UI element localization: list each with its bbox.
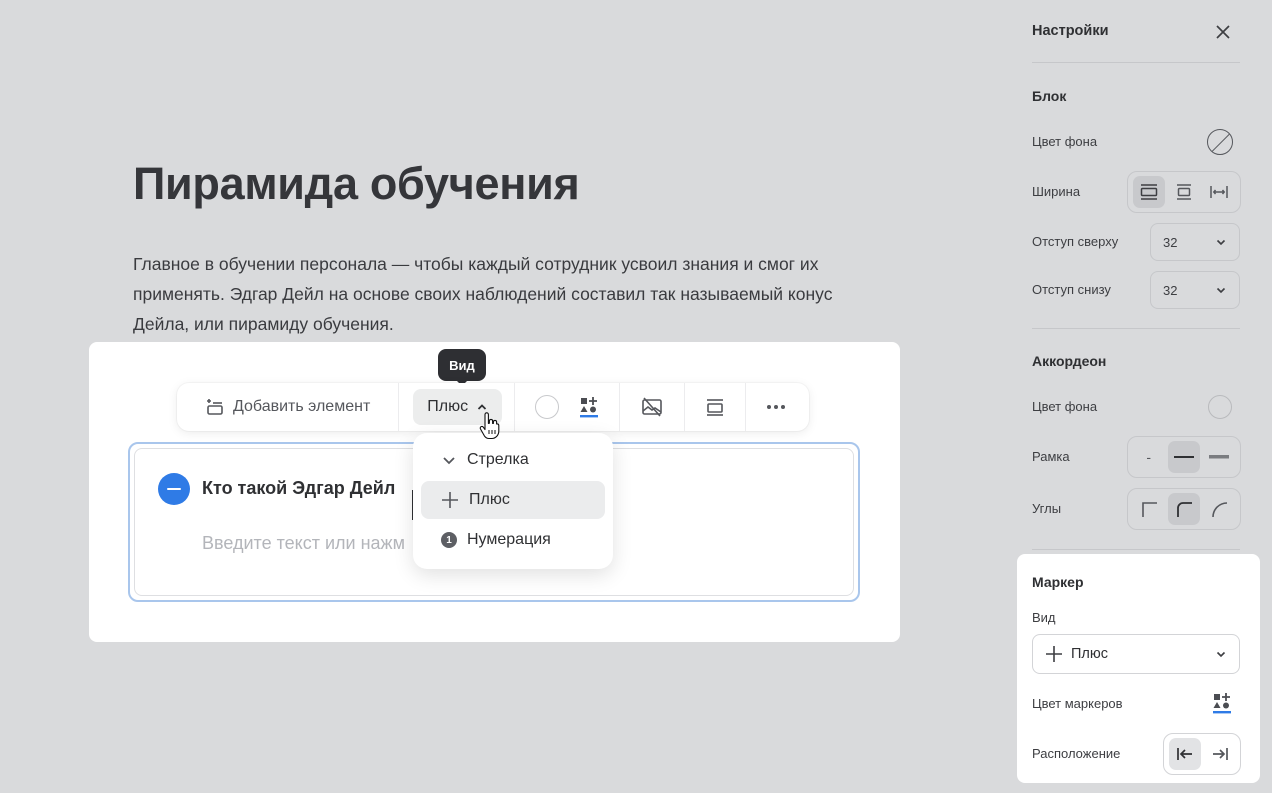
width-full-icon bbox=[1210, 186, 1229, 198]
close-icon[interactable] bbox=[1213, 22, 1233, 42]
image-off-icon bbox=[642, 397, 662, 417]
block-bg-color-label: Цвет фона bbox=[1032, 134, 1098, 149]
width-wide-button[interactable] bbox=[1132, 176, 1165, 208]
accordion-item-body-placeholder[interactable]: Введите текст или нажм bbox=[202, 533, 405, 554]
add-element-label: Добавить элемент bbox=[233, 398, 371, 415]
border-thick-icon bbox=[1209, 455, 1230, 459]
block-section-heading: Блок bbox=[1032, 88, 1067, 104]
marker-position-segmented bbox=[1163, 733, 1241, 775]
chevron-down-icon bbox=[1216, 651, 1226, 658]
align-right-arrow-icon bbox=[1212, 748, 1228, 760]
border-thin-icon bbox=[1173, 456, 1194, 458]
marker-view-select[interactable]: Плюс bbox=[1032, 634, 1240, 674]
chevron-down-icon bbox=[1216, 239, 1226, 246]
hand-pointer-icon bbox=[479, 412, 500, 440]
more-options-button[interactable] bbox=[746, 383, 806, 431]
border-none-label: - bbox=[1146, 449, 1151, 465]
number-badge-icon: 1 bbox=[441, 532, 457, 548]
width-full-button[interactable] bbox=[1203, 176, 1235, 208]
add-element-button[interactable]: Добавить элемент bbox=[177, 383, 398, 431]
view-option-label: Стрелка bbox=[467, 451, 529, 468]
marker-view-label: Вид bbox=[1032, 610, 1056, 625]
padding-bottom-value: 32 bbox=[1163, 282, 1178, 298]
border-thick-button[interactable] bbox=[1203, 441, 1235, 473]
width-normal-icon bbox=[1176, 184, 1191, 200]
accordion-section-heading: Аккордеон bbox=[1032, 353, 1107, 369]
plus-icon bbox=[442, 492, 458, 508]
padding-top-label: Отступ сверху bbox=[1032, 234, 1119, 249]
color-controls bbox=[515, 383, 619, 431]
view-option-numbering[interactable]: 1 Нумерация bbox=[421, 521, 605, 559]
marker-position-left-button[interactable] bbox=[1168, 738, 1201, 770]
view-option-label: Нумерация bbox=[467, 531, 551, 548]
border-segmented: - bbox=[1127, 436, 1241, 478]
minus-icon bbox=[167, 488, 181, 490]
view-dropdown-menu: Стрелка Плюс 1 Нумерация bbox=[413, 433, 613, 569]
border-none-button[interactable]: - bbox=[1133, 441, 1165, 473]
view-option-arrow[interactable]: Стрелка bbox=[421, 441, 605, 479]
accordion-bg-color-label: Цвет фона bbox=[1032, 399, 1098, 414]
chevron-down-icon bbox=[1216, 287, 1226, 294]
padding-bottom-label: Отступ снизу bbox=[1032, 282, 1111, 297]
block-width-label: Ширина bbox=[1032, 184, 1081, 199]
add-element-icon bbox=[207, 399, 223, 415]
corner-square-icon bbox=[1141, 502, 1157, 517]
view-tooltip: Вид bbox=[438, 349, 486, 386]
block-width-button[interactable] bbox=[685, 383, 745, 431]
block-width-icon bbox=[707, 399, 724, 416]
page-paragraph[interactable]: Главное в обучении персонала — чтобы каж… bbox=[133, 249, 833, 339]
corners-label: Углы bbox=[1032, 501, 1062, 516]
border-label: Рамка bbox=[1032, 449, 1070, 464]
corners-rounded-button[interactable] bbox=[1167, 493, 1200, 525]
view-option-label: Плюс bbox=[469, 491, 510, 508]
more-horizontal-icon bbox=[767, 405, 786, 409]
padding-top-value: 32 bbox=[1163, 234, 1178, 250]
accordion-bg-color-swatch[interactable] bbox=[1208, 395, 1232, 419]
marker-color-icon[interactable] bbox=[1212, 692, 1232, 714]
accordion-item-title[interactable]: Кто такой Эдгар Дейл bbox=[202, 478, 395, 499]
corner-rounded-icon bbox=[1177, 502, 1192, 517]
marker-color-icon[interactable] bbox=[579, 396, 599, 418]
corner-round-icon bbox=[1212, 502, 1228, 517]
width-wide-icon bbox=[1140, 184, 1157, 200]
chevron-down-icon bbox=[443, 457, 455, 465]
border-thin-button[interactable] bbox=[1167, 441, 1200, 473]
plus-icon bbox=[1046, 646, 1062, 662]
corners-square-button[interactable] bbox=[1133, 493, 1165, 525]
panel-divider bbox=[1032, 62, 1240, 63]
marker-color-label: Цвет маркеров bbox=[1032, 696, 1123, 711]
page-title[interactable]: Пирамида обучения bbox=[133, 158, 580, 210]
view-option-plus[interactable]: Плюс bbox=[421, 481, 605, 519]
no-color-icon[interactable] bbox=[1207, 129, 1233, 155]
hide-image-button[interactable] bbox=[620, 383, 684, 431]
align-left-arrow-icon bbox=[1176, 748, 1192, 760]
width-normal-button[interactable] bbox=[1168, 176, 1200, 208]
accordion-marker-button[interactable] bbox=[158, 473, 190, 505]
marker-section-heading: Маркер bbox=[1032, 574, 1084, 590]
corners-round-button[interactable] bbox=[1203, 493, 1235, 525]
panel-divider bbox=[1032, 328, 1240, 329]
settings-title: Настройки bbox=[1032, 23, 1109, 39]
view-select-value: Плюс bbox=[427, 398, 469, 415]
block-width-segmented bbox=[1127, 171, 1241, 213]
padding-bottom-select[interactable]: 32 bbox=[1150, 271, 1240, 309]
marker-view-value: Плюс bbox=[1071, 646, 1109, 662]
toolbar-divider bbox=[398, 383, 400, 431]
panel-divider bbox=[1032, 549, 1240, 550]
background-color-swatch[interactable] bbox=[535, 395, 560, 419]
corners-segmented bbox=[1127, 488, 1241, 530]
padding-top-select[interactable]: 32 bbox=[1150, 223, 1240, 261]
marker-position-right-button[interactable] bbox=[1204, 738, 1236, 770]
marker-position-label: Расположение bbox=[1032, 746, 1121, 761]
